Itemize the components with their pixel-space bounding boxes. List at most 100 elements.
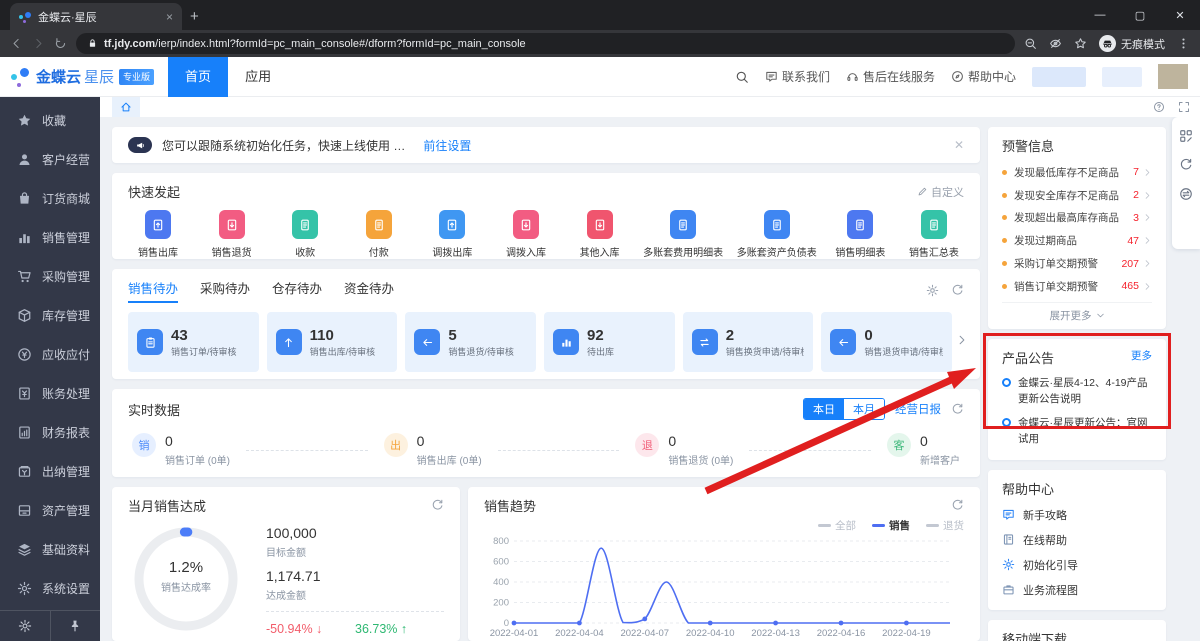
announcement-item[interactable]: 金蝶云·星辰更新公告：官网试用 xyxy=(1002,416,1152,448)
quick-launch-item[interactable]: 付款 xyxy=(349,210,409,259)
todo-tab[interactable]: 仓存待办 xyxy=(272,278,322,303)
todo-refresh-icon[interactable] xyxy=(951,284,964,297)
bookmark-star-icon[interactable] xyxy=(1074,37,1087,50)
quick-launch-item[interactable]: 销售退货 xyxy=(202,210,262,259)
notice-close-icon[interactable]: ✕ xyxy=(954,138,964,152)
legend-item[interactable]: 销售 xyxy=(872,518,910,533)
sidebar-item[interactable]: 收藏 xyxy=(0,101,100,140)
close-button[interactable]: ✕ xyxy=(1160,0,1200,30)
alert-item[interactable]: 采购订单交期预警 207 xyxy=(1002,252,1152,275)
zoom-out-icon[interactable] xyxy=(1024,37,1037,50)
announcements-more-link[interactable]: 更多 xyxy=(1131,348,1152,367)
quick-launch-item[interactable]: 调拨入库 xyxy=(496,210,556,259)
home-tab[interactable] xyxy=(112,97,140,117)
eye-slash-icon[interactable] xyxy=(1049,37,1062,50)
help-question-icon[interactable] xyxy=(1153,101,1165,113)
sidebar-item[interactable]: 资产管理 xyxy=(0,491,100,530)
header-link[interactable]: 售后在线服务 xyxy=(846,68,935,85)
header-link[interactable]: 帮助中心 xyxy=(951,68,1016,85)
todo-stat-card[interactable]: 0 销售退货申请/待审核 xyxy=(821,312,953,372)
quick-launch-item[interactable]: 其他入库 xyxy=(570,210,630,259)
todo-settings-icon[interactable] xyxy=(926,284,939,297)
address-bar[interactable]: tf.jdy.com/ierp/index.html?formId=pc_mai… xyxy=(76,33,1015,54)
browser-menu-icon[interactable] xyxy=(1177,37,1190,50)
quick-launch-item[interactable]: 收款 xyxy=(275,210,335,259)
alert-item[interactable]: 发现过期商品 47 xyxy=(1002,229,1152,252)
sidebar-item[interactable]: 客户经营 xyxy=(0,140,100,179)
help-item[interactable]: 初始化引导 xyxy=(1002,557,1152,573)
quick-launch-item[interactable]: 调拨出库 xyxy=(422,210,482,259)
alert-item[interactable]: 发现安全库存不足商品 2 xyxy=(1002,184,1152,207)
sidebar-item[interactable]: 系统设置 xyxy=(0,569,100,608)
realtime-refresh-icon[interactable] xyxy=(951,403,964,416)
daily-report-link[interactable]: 经营日报 xyxy=(895,401,941,417)
todo-panel: 销售待办 采购待办 仓存待办 资金待办 43 销售订单/待审核 110 销售出库… xyxy=(112,269,980,379)
quick-launch-item[interactable]: 多账套资产负债表 xyxy=(737,210,817,259)
search-icon[interactable] xyxy=(735,70,749,84)
minimize-button[interactable]: — xyxy=(1080,0,1120,30)
todo-stat-card[interactable]: 110 销售出库/待审核 xyxy=(266,312,398,372)
achievement-rate: 1.2% xyxy=(168,559,204,576)
refresh-all-icon[interactable] xyxy=(1179,158,1193,172)
quick-launch-item[interactable]: 销售汇总表 xyxy=(904,210,964,259)
sidebar-item[interactable]: 销售管理 xyxy=(0,218,100,257)
monthly-refresh-icon[interactable] xyxy=(431,499,444,512)
header-link[interactable]: 联系我们 xyxy=(765,68,830,85)
switch-workbench-icon[interactable] xyxy=(1179,187,1193,201)
todo-tab[interactable]: 销售待办 xyxy=(128,278,179,303)
tab-close-icon[interactable]: × xyxy=(166,10,173,24)
todo-stat-card[interactable]: 92 待出库 xyxy=(544,312,675,372)
new-tab-button[interactable]: + xyxy=(190,8,199,25)
quick-launch-item[interactable]: 销售出库 xyxy=(128,210,188,259)
help-item[interactable]: 新手攻略 xyxy=(1002,507,1152,523)
sidebar-pin-icon[interactable] xyxy=(51,611,101,641)
sidebar-item[interactable]: 出纳管理 xyxy=(0,452,100,491)
period-toggle[interactable]: 本日 xyxy=(804,399,844,419)
sidebar-item[interactable]: 库存管理 xyxy=(0,296,100,335)
customize-layout-icon[interactable] xyxy=(1179,129,1193,143)
period-toggle[interactable]: 本月 xyxy=(844,399,884,419)
todo-tab[interactable]: 资金待办 xyxy=(344,278,394,303)
trend-refresh-icon[interactable] xyxy=(951,499,964,512)
announcement-item[interactable]: 金蝶云·星辰4-12、4-19产品更新公告说明 xyxy=(1002,376,1152,408)
customize-link[interactable]: 自定义 xyxy=(917,184,964,200)
maximize-button[interactable]: ▢ xyxy=(1120,0,1160,30)
quick-launch-item[interactable]: 销售明细表 xyxy=(830,210,890,259)
reload-icon[interactable] xyxy=(54,37,67,50)
todo-tab[interactable]: 采购待办 xyxy=(200,278,250,303)
alert-item[interactable]: 销售订单交期预警 465 xyxy=(1002,275,1152,298)
expand-more-button[interactable]: 展开更多 xyxy=(1002,301,1152,329)
main-nav-tab[interactable]: 应用 xyxy=(228,57,288,97)
quick-launch-item[interactable]: 多账套费用明细表 xyxy=(643,210,723,259)
forward-icon[interactable] xyxy=(32,37,45,50)
sidebar-item[interactable]: 账务处理 xyxy=(0,374,100,413)
alert-item[interactable]: 发现最低库存不足商品 7 xyxy=(1002,161,1152,184)
todo-stat-label: 待出库 xyxy=(587,346,615,357)
alert-item[interactable]: 发现超出最高库存商品 3 xyxy=(1002,207,1152,230)
help-item[interactable]: 在线帮助 xyxy=(1002,532,1152,548)
main-nav-tab[interactable]: 首页 xyxy=(168,56,229,97)
announcement-bullet xyxy=(1002,377,1011,387)
legend-item[interactable]: 全部 xyxy=(818,518,856,533)
todo-more-chevron-icon[interactable] xyxy=(956,334,968,346)
incognito-icon xyxy=(1099,35,1116,52)
realtime-stat-label: 新增客户 xyxy=(920,456,961,467)
alert-count: 465 xyxy=(1121,280,1139,293)
sidebar-item[interactable]: 订货商城 xyxy=(0,179,100,218)
sidebar-item[interactable]: 基础资料 xyxy=(0,530,100,569)
go-setup-link[interactable]: 前往设置 xyxy=(423,137,471,154)
todo-stat-card[interactable]: 2 销售换货申请/待审核 xyxy=(682,312,814,372)
todo-stat-card[interactable]: 43 销售订单/待审核 xyxy=(128,312,259,372)
sidebar-item[interactable]: 采购管理 xyxy=(0,257,100,296)
sidebar-item[interactable]: 应收应付 xyxy=(0,335,100,374)
sidebar-item[interactable]: 财务报表 xyxy=(0,413,100,452)
fullscreen-icon[interactable] xyxy=(1178,101,1190,113)
realtime-stat-value: 0 xyxy=(668,433,677,449)
realtime-title: 实时数据 xyxy=(128,402,181,418)
legend-item[interactable]: 退货 xyxy=(926,518,964,533)
sidebar-settings-icon[interactable] xyxy=(0,611,51,641)
back-icon[interactable] xyxy=(10,37,23,50)
help-item[interactable]: 业务流程图 xyxy=(1002,582,1152,598)
browser-tab[interactable]: 金蝶云·星辰 × xyxy=(10,3,182,30)
todo-stat-card[interactable]: 5 销售退货/待审核 xyxy=(405,312,537,372)
